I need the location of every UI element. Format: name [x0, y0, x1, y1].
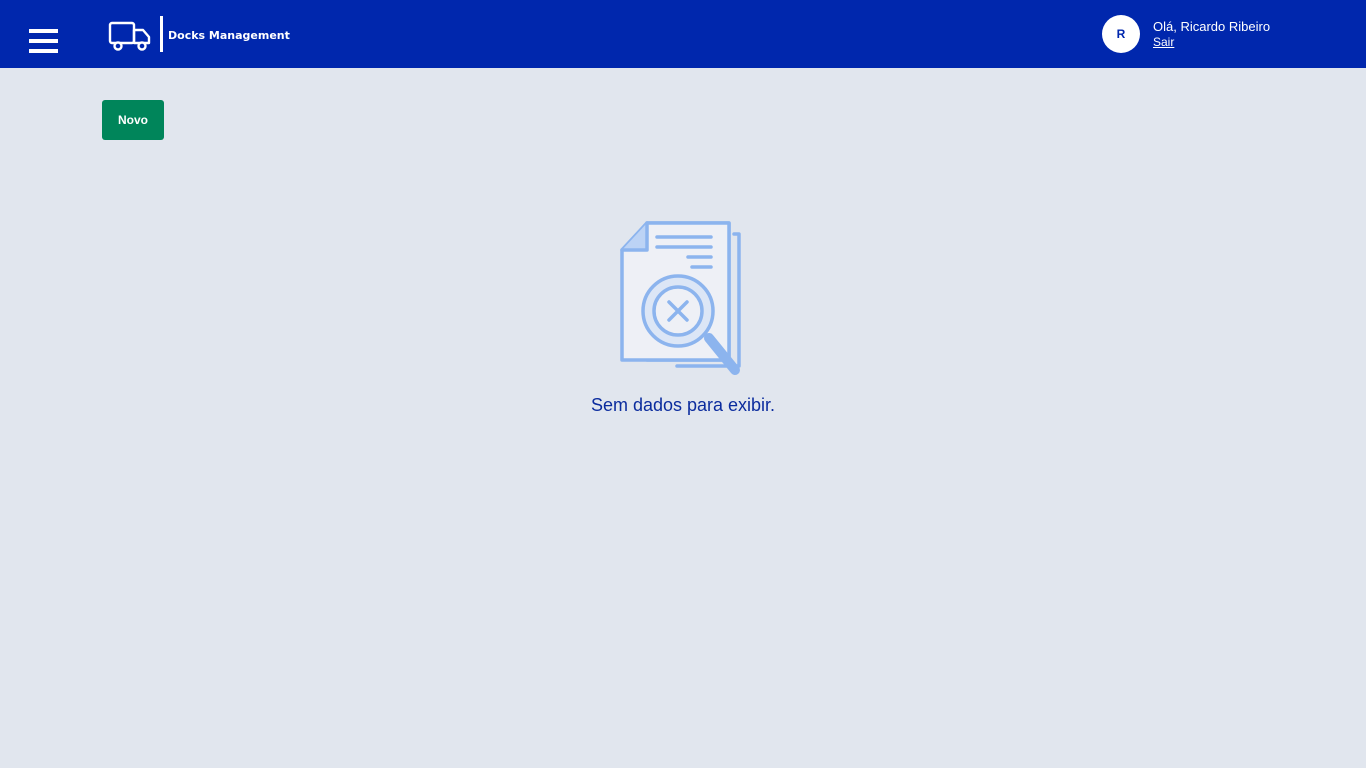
- empty-state-message: Sem dados para exibir.: [590, 395, 776, 415]
- user-menu: R Olá, Ricardo Ribeiro Sair: [1102, 15, 1342, 53]
- app-logo[interactable]: Docks Management: [108, 16, 290, 54]
- empty-state: Sem dados para exibir.: [483, 220, 883, 420]
- logout-link[interactable]: Sair: [1153, 35, 1174, 49]
- app-name: Docks Management: [168, 29, 290, 42]
- hamburger-menu-icon[interactable]: [29, 29, 58, 53]
- new-button[interactable]: Novo: [102, 100, 164, 140]
- truck-icon: [108, 21, 151, 51]
- user-greeting: Olá, Ricardo Ribeiro: [1153, 19, 1271, 34]
- logo-divider: [160, 16, 163, 52]
- document-search-no-results-icon: [620, 221, 741, 375]
- top-bar: Docks Management R Olá, Ricardo Ribeiro …: [0, 0, 1366, 68]
- avatar[interactable]: R: [1102, 15, 1140, 53]
